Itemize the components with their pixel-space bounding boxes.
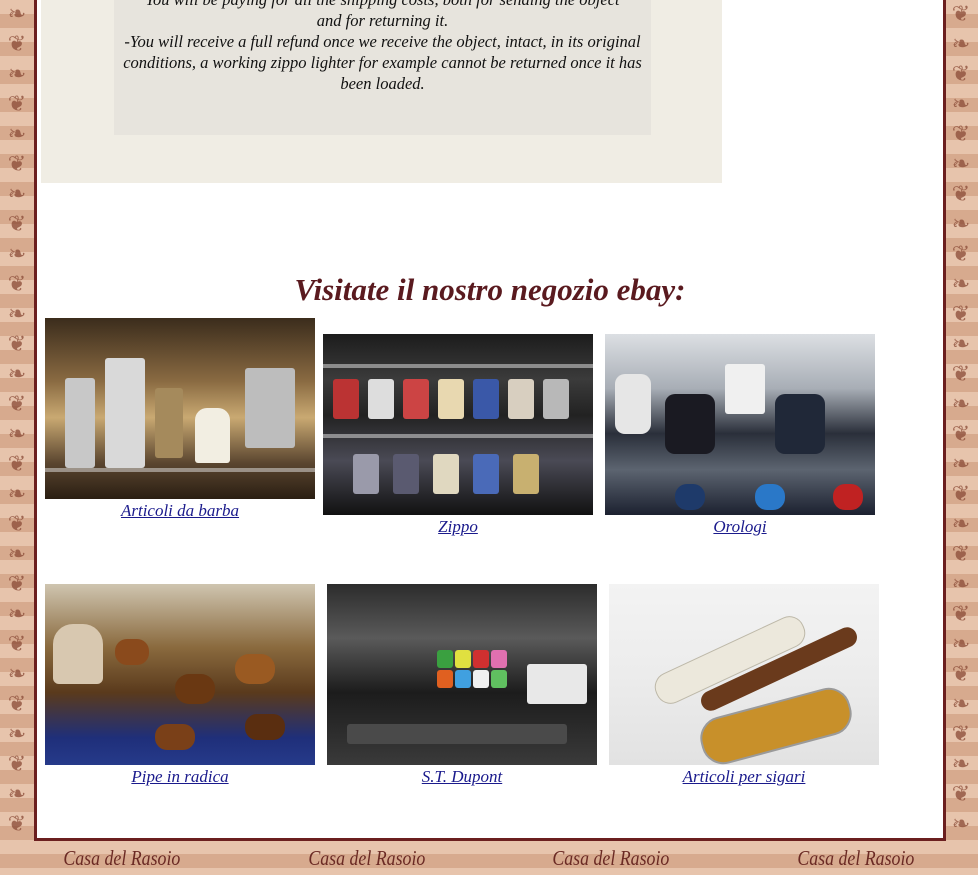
right-decorative-border: ❦ ❧ ❦ ❧ ❦ ❧ ❦ ❧ ❦ ❧ ❦ ❧ ❦ ❧ ❦ ❧ ❦ ❧ ❦ ❧ ❦ ❧ ❦ ❧ ❦ ❧ ❦ ❧ [951, 2, 971, 837]
category-link-barba[interactable]: Articoli da barba [45, 501, 315, 521]
category-tile-orologi[interactable]: Orologi [605, 334, 875, 537]
shaving-articles-photo[interactable] [45, 318, 315, 499]
pipes-photo[interactable] [45, 584, 315, 765]
left-decorative-border: ❧ ❦ ❧ ❦ ❧ ❦ ❧ ❦ ❧ ❦ ❧ ❦ ❧ ❦ ❧ ❦ ❧ ❦ ❧ ❦ ❧ ❦ ❧ ❦ ❧ ❦ ❧ ❦ [7, 2, 27, 837]
cigar-accessories-photo[interactable] [609, 584, 879, 765]
category-link-zippo[interactable]: Zippo [323, 517, 593, 537]
category-tile-barba[interactable]: Articoli da barba [45, 318, 315, 521]
content-panel: You will be paying for all the shipping … [34, 0, 946, 841]
category-tile-zippo[interactable]: Zippo [323, 334, 593, 537]
policy-line-1: You will be paying for all the shipping … [114, 0, 651, 10]
category-link-sigari[interactable]: Articoli per sigari [609, 767, 879, 787]
category-tile-sigari[interactable]: Articoli per sigari [609, 584, 879, 787]
category-link-dupont[interactable]: S.T. Dupont [327, 767, 597, 787]
policy-line-3: -You will receive a full refund once we … [123, 32, 642, 93]
footer-brand: Casa del Rasoio [63, 845, 181, 870]
zippo-photo[interactable] [323, 334, 593, 515]
return-policy-text: You will be paying for all the shipping … [114, 0, 651, 135]
watches-photo[interactable] [605, 334, 875, 515]
dupont-photo[interactable] [327, 584, 597, 765]
ebay-store-heading: Visitate il nostro negozio ebay: [294, 272, 686, 307]
category-link-orologi[interactable]: Orologi [605, 517, 875, 537]
footer-brand-band: Casa del Rasoio Casa del Rasoio Casa del… [0, 841, 978, 875]
footer-brand: Casa del Rasoio [797, 845, 915, 870]
return-policy-box: You will be paying for all the shipping … [41, 0, 722, 183]
footer-brand: Casa del Rasoio [308, 845, 426, 870]
category-tile-pipe[interactable]: Pipe in radica [45, 584, 315, 787]
policy-line-2: and for returning it. [316, 11, 449, 30]
category-link-pipe[interactable]: Pipe in radica [45, 767, 315, 787]
category-tile-dupont[interactable]: S.T. Dupont [327, 584, 597, 787]
footer-brand: Casa del Rasoio [552, 845, 670, 870]
